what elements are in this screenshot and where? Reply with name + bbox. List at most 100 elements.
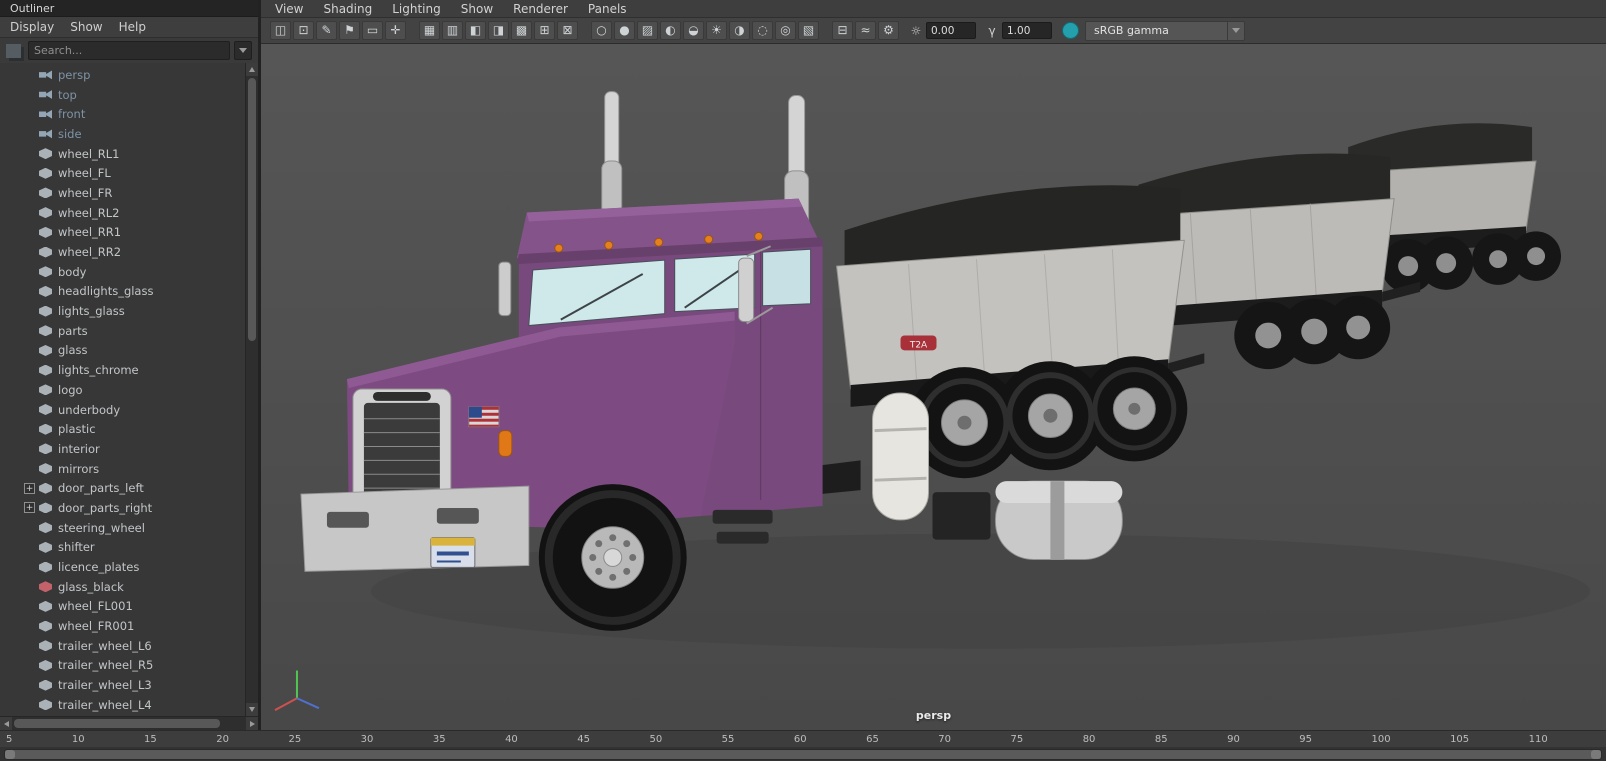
vertical-scrollbar[interactable] [245, 63, 258, 716]
node-label: headlights_glass [58, 284, 154, 299]
outliner-item[interactable]: + steering_wheel [0, 518, 245, 538]
vscroll-track[interactable] [246, 76, 258, 703]
exposure-icon[interactable]: ☼ [908, 23, 924, 39]
colorspace-dropdown[interactable]: sRGB gamma [1085, 20, 1245, 41]
viewport-menu-item[interactable]: Shading [323, 2, 372, 16]
outliner-item[interactable]: + wheel_RL2 [0, 203, 245, 223]
range-slider[interactable] [0, 747, 1606, 761]
pan-zoom-icon[interactable]: ✛ [385, 21, 406, 40]
outliner-item[interactable]: + side [0, 124, 245, 144]
outliner-search-input[interactable] [28, 41, 230, 60]
gate-mask-icon[interactable]: ◨ [488, 21, 509, 40]
select-camera-icon[interactable]: ◫ [270, 21, 291, 40]
outliner-menu-item[interactable]: Help [119, 20, 146, 34]
outliner-item[interactable]: + wheel_FL001 [0, 597, 245, 617]
camera-icon [39, 90, 52, 99]
viewport-menu-item[interactable]: Panels [588, 2, 627, 16]
outliner-item[interactable]: + body [0, 262, 245, 282]
gamma-field[interactable] [1002, 22, 1052, 39]
outliner-item[interactable]: + wheel_RL1 [0, 144, 245, 164]
outliner-item[interactable]: + door_parts_right [0, 498, 245, 518]
outliner-item[interactable]: + trailer_wheel_L4 [0, 695, 245, 715]
outliner-item[interactable]: + wheel_RR2 [0, 242, 245, 262]
gamma-icon[interactable]: γ [984, 23, 1000, 39]
time-tick-label: 65 [866, 733, 879, 745]
outliner-item[interactable]: + logo [0, 380, 245, 400]
bookmark-icon[interactable]: ⚑ [339, 21, 360, 40]
range-track[interactable] [4, 748, 1602, 760]
node-label: persp [58, 67, 91, 82]
outliner-item[interactable]: + trailer_wheel_L6 [0, 636, 245, 656]
outliner-item[interactable]: + licence_plates [0, 557, 245, 577]
viewport-menu-item[interactable]: Lighting [392, 2, 441, 16]
lock-camera-icon[interactable]: ⊡ [293, 21, 314, 40]
outliner-item[interactable]: + parts [0, 321, 245, 341]
scroll-right-icon[interactable] [246, 717, 258, 730]
outliner-item[interactable]: + headlights_glass [0, 282, 245, 302]
outliner-item[interactable]: + glass_black [0, 577, 245, 597]
xray-icon[interactable]: ◒ [683, 21, 704, 40]
range-handle-right[interactable] [1591, 749, 1601, 759]
isolate-select-icon[interactable]: ⊟ [832, 21, 853, 40]
outliner-item[interactable]: + persp [0, 65, 245, 85]
wireframe-icon[interactable]: ○ [591, 21, 612, 40]
outliner-item[interactable]: + trailer_wheel_R5 [0, 656, 245, 676]
outliner-item[interactable]: + mirrors [0, 459, 245, 479]
viewport-canvas[interactable]: T2A persp [261, 44, 1606, 730]
outliner-item[interactable]: + wheel_FR001 [0, 616, 245, 636]
outliner-item[interactable]: + lights_glass [0, 301, 245, 321]
hscroll-track[interactable] [12, 717, 246, 730]
range-handle-left[interactable] [5, 749, 15, 759]
outliner-item[interactable]: + lights_chrome [0, 360, 245, 380]
resolution-gate-icon[interactable]: ◧ [465, 21, 486, 40]
safe-title-icon[interactable]: ⊠ [557, 21, 578, 40]
outliner-item[interactable]: + door_parts_left [0, 478, 245, 498]
viewport-menu-item[interactable]: Show [461, 2, 493, 16]
field-chart-icon[interactable]: ▩ [511, 21, 532, 40]
time-slider[interactable]: 5 10 15 20 25 30 35 40 45 50 55 60 65 70… [0, 730, 1606, 761]
lighting-icon[interactable]: ☀ [706, 21, 727, 40]
ao-icon[interactable]: ◌ [752, 21, 773, 40]
outliner-item[interactable]: + wheel_FR [0, 183, 245, 203]
outliner-item[interactable]: + front [0, 104, 245, 124]
outliner-item[interactable]: + wheel_FL [0, 163, 245, 183]
textured-icon[interactable]: ▨ [637, 21, 658, 40]
vscroll-thumb[interactable] [248, 78, 256, 342]
color-management-icon[interactable] [1062, 22, 1079, 39]
shadows-icon[interactable]: ◑ [729, 21, 750, 40]
outliner-menu-item[interactable]: Show [70, 20, 102, 34]
outliner-item[interactable]: + trailer_wheel_L3 [0, 675, 245, 695]
grid-icon[interactable]: ▦ [419, 21, 440, 40]
scroll-down-icon[interactable] [246, 703, 258, 716]
fog-icon[interactable]: ≈ [855, 21, 876, 40]
outliner-item[interactable]: + plastic [0, 419, 245, 439]
hscroll-thumb[interactable] [14, 719, 220, 728]
outliner-item[interactable]: + shifter [0, 538, 245, 558]
antialias-icon[interactable]: ▧ [798, 21, 819, 40]
film-gate-icon[interactable]: ▥ [442, 21, 463, 40]
gear-icon[interactable]: ⚙ [878, 21, 899, 40]
search-filter-dropdown[interactable] [234, 41, 252, 60]
expand-toggle[interactable]: + [24, 482, 35, 494]
outliner-item[interactable]: + interior [0, 439, 245, 459]
outliner-item[interactable]: + glass [0, 341, 245, 361]
outliner-item[interactable]: + underbody [0, 400, 245, 420]
horizontal-scrollbar[interactable] [0, 716, 258, 730]
image-plane-icon[interactable]: ▭ [362, 21, 383, 40]
motion-blur-icon[interactable]: ◎ [775, 21, 796, 40]
time-ticks[interactable]: 5 10 15 20 25 30 35 40 45 50 55 60 65 70… [0, 731, 1606, 747]
viewport-menu-item[interactable]: View [275, 2, 303, 16]
outliner-item[interactable]: + top [0, 85, 245, 105]
exposure-field[interactable] [926, 22, 976, 39]
outliner-menu-item[interactable]: Display [10, 20, 54, 34]
safe-action-icon[interactable]: ⊞ [534, 21, 555, 40]
scroll-left-icon[interactable] [0, 717, 12, 730]
shaded-icon[interactable]: ● [614, 21, 635, 40]
display-filter-icon[interactable] [6, 43, 21, 58]
scroll-up-icon[interactable] [246, 63, 258, 76]
camera-attributes-icon[interactable]: ✎ [316, 21, 337, 40]
default-material-icon[interactable]: ◐ [660, 21, 681, 40]
outliner-item[interactable]: + wheel_RR1 [0, 223, 245, 243]
expand-toggle[interactable]: + [24, 502, 35, 514]
viewport-menu-item[interactable]: Renderer [513, 2, 568, 16]
